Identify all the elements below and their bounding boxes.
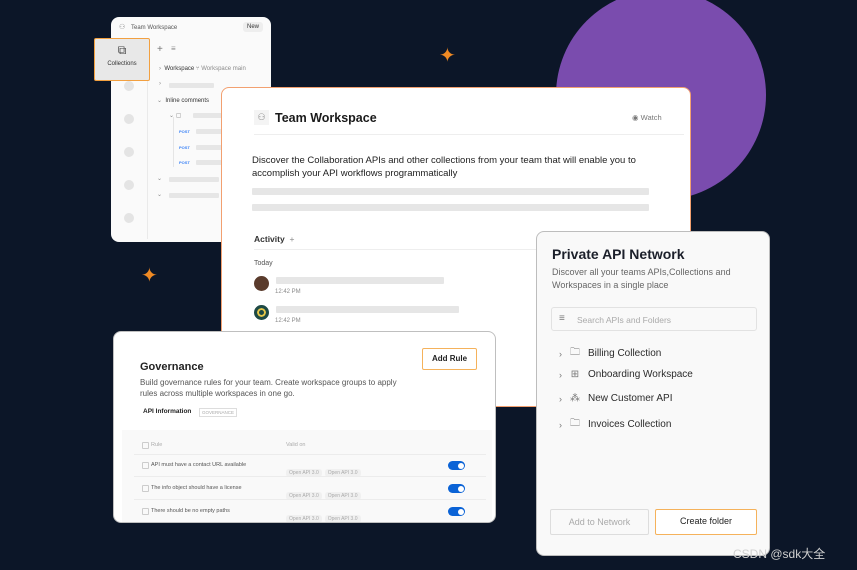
rule-toggle[interactable] [448, 461, 465, 470]
eye-icon: ◉ [632, 113, 639, 122]
rules-table: Rule Valid on API must have a contact UR… [122, 430, 492, 522]
tree-item-invoices-collection[interactable]: › 🗀 Invoices Collection [559, 416, 671, 433]
create-folder-button[interactable]: Create folder [655, 509, 757, 535]
sparkle-icon: ✦ [439, 45, 456, 67]
folder-icon: 🗀 [570, 418, 580, 429]
new-button[interactable]: New [243, 22, 264, 32]
workspace-description: Discover the Collaboration APIs and othe… [252, 155, 636, 179]
watch-button[interactable]: ◉ Watch [632, 113, 662, 122]
rule-toggle[interactable] [448, 484, 465, 493]
collection-icon: ⧉ [117, 43, 127, 57]
workspace-title: Team Workspace [275, 111, 377, 125]
row-checkbox[interactable] [142, 508, 149, 515]
filter-icon: ≡ [559, 313, 565, 324]
folder-icon: 🗀 [570, 347, 580, 358]
governance-card: Governance Build governance rules for yo… [113, 331, 496, 523]
tree-inline-comments[interactable]: ⌄ Inline comments [157, 97, 209, 104]
row-checkbox[interactable] [142, 485, 149, 492]
api-icon: ⁂ [570, 393, 580, 404]
add-icon[interactable]: + [157, 44, 163, 55]
governance-badge: GOVERNANCE [199, 408, 238, 417]
activity-tab[interactable]: Activity + [254, 234, 294, 244]
watermark: CSDN @sdk大全 [733, 547, 826, 561]
private-api-network-card: Private API Network Discover all your te… [536, 231, 770, 556]
tree-workspace[interactable]: › Workspace ⑂ Workspace main [159, 66, 246, 72]
add-rule-button[interactable]: Add Rule [422, 348, 477, 370]
team-icon: ⚇ [254, 110, 269, 125]
network-title: Private API Network [552, 246, 685, 262]
team-icon: ⚇ [119, 24, 126, 31]
avatar [254, 305, 269, 320]
avatar [254, 276, 269, 291]
tree-item-new-customer-api[interactable]: › ⁂ New Customer API [559, 393, 672, 404]
select-all-checkbox[interactable] [142, 442, 149, 449]
tree-item-billing-collection[interactable]: › 🗀 Billing Collection [559, 345, 661, 362]
tree-item-onboarding-workspace[interactable]: › ⊞ Onboarding Workspace [559, 369, 693, 380]
grid-icon: ⊞ [570, 369, 580, 380]
sidebar-title: Team Workspace [131, 25, 178, 31]
row-checkbox[interactable] [142, 462, 149, 469]
collections-tab[interactable]: ⧉ Collections [94, 38, 150, 81]
add-to-network-button[interactable]: Add to Network [550, 509, 649, 535]
governance-title: Governance [140, 361, 204, 373]
sparkle-icon: ✦ [141, 265, 158, 287]
search-input[interactable]: ≡ Search APIs and Folders [551, 307, 757, 331]
filter-icon[interactable]: ≡ [171, 44, 176, 53]
rule-toggle[interactable] [448, 507, 465, 516]
